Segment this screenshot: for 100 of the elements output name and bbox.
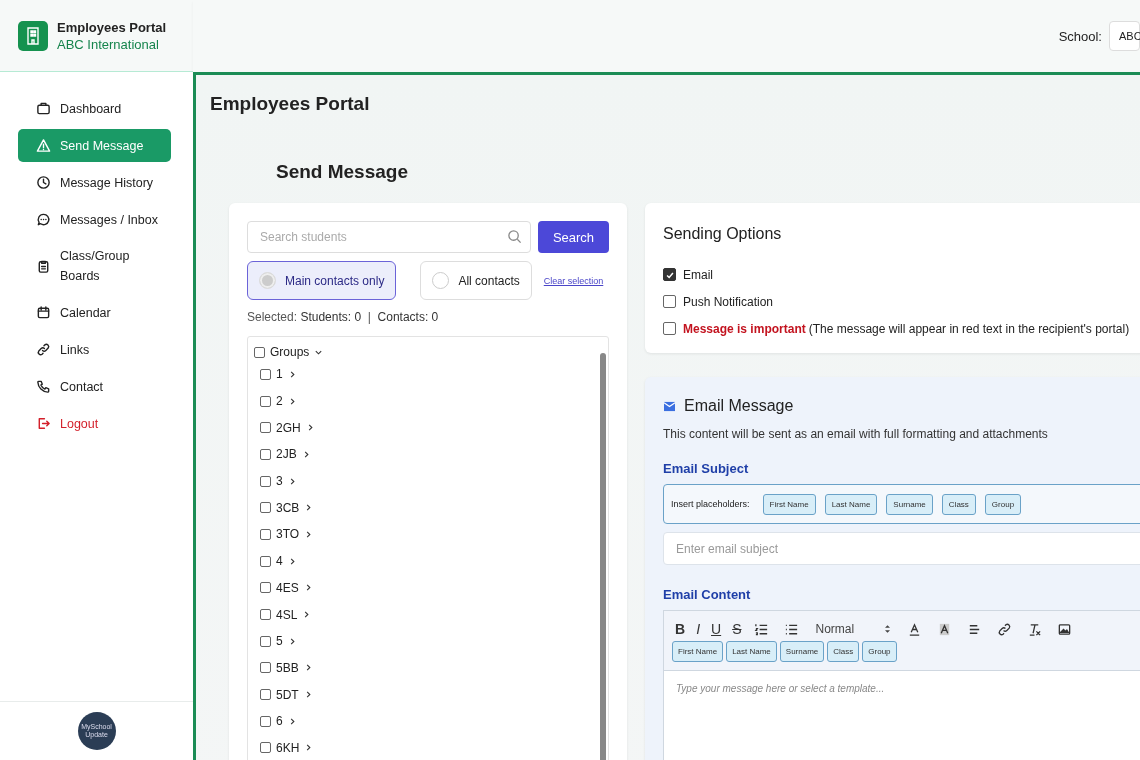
checkbox[interactable] [260,475,271,487]
link-icon [36,342,51,357]
placeholder-chip[interactable]: Class [827,641,860,662]
tree-label: 2GH [276,420,301,435]
placeholder-chip[interactable]: First Name [672,641,724,662]
card-title: Email Message [684,397,794,415]
sidebar-item[interactable]: Dashboard [18,92,171,125]
format-button[interactable]: B [672,621,689,637]
checkbox[interactable] [260,528,271,540]
sidebar-item[interactable]: Contact [18,370,171,403]
clear-format-icon[interactable] [1027,621,1043,637]
format-button[interactable]: I [693,621,703,637]
checkbox[interactable] [260,662,271,674]
radio-button[interactable] [432,272,450,289]
format-select[interactable]: Normal [809,622,898,636]
placeholder-chip[interactable]: Surname [886,493,933,515]
checkbox[interactable] [260,715,271,727]
page-title: Employees Portal [210,93,371,115]
tree-label: Groups [270,345,310,359]
field-label: Email Subject [663,461,750,476]
format-button[interactable]: U [708,621,725,637]
checkbox[interactable] [663,322,676,335]
sidebar-item[interactable]: Logout [18,407,171,440]
tree-label: 5 [276,634,283,649]
placeholder-chip[interactable]: First Name [762,493,816,515]
tree-label: 4 [276,554,283,569]
logout-icon [36,416,51,431]
option-label: Push Notification [683,294,774,309]
sidebar-item[interactable]: Links [18,333,171,366]
envelope-icon [663,400,676,412]
contact-option[interactable]: Main contacts only [247,261,397,300]
checkbox[interactable] [260,609,271,621]
warning-icon [36,138,51,153]
checkbox[interactable] [260,555,271,567]
contact-option[interactable]: All contacts [420,261,532,300]
subject-field[interactable]: Enter email subject [663,532,1140,565]
selection-summary: Selected: Students: 0 | Contacts: 0 [247,310,440,324]
option-label: Main contacts only [285,273,385,288]
tree-label: 2 [276,394,283,409]
chevron-right-icon [304,743,314,753]
tree-label: 3CB [276,500,300,515]
tree-label: 4ES [276,580,299,595]
message-field[interactable]: Type your message here or select a template... [664,671,1140,760]
tree-label: 3 [276,474,283,489]
brand-title: Employees Portal [57,19,167,35]
option-label: All contacts [458,273,520,288]
tree-label: 1 [276,367,283,382]
tree-label: 5DT [276,687,299,702]
description: This content will be sent as an email with full formatting and attachments [663,427,1049,441]
tree-label: 3TO [276,527,300,542]
calendar-icon [36,305,51,320]
checkbox[interactable] [663,295,676,308]
checkbox[interactable] [260,502,271,514]
sidebar-item[interactable]: Send Message [18,129,171,162]
placeholder-chip[interactable]: Group [862,641,897,662]
card-title: Sending Options [663,225,783,243]
sidebar-item[interactable]: Class/Group Boards [18,240,171,292]
checkbox[interactable] [260,395,271,407]
tree-label: 2JB [276,447,297,462]
checkbox[interactable] [260,448,271,460]
placeholder-chip[interactable]: Group [984,493,1022,515]
checkbox[interactable] [663,268,676,281]
format-button[interactable]: S [729,621,745,637]
sidebar-item[interactable]: Calendar [18,296,171,329]
search-button[interactable]: Search [538,221,609,253]
search-field[interactable]: Search students [247,221,531,253]
tree-label: 5BB [276,660,299,675]
tree-label: 4SL [276,607,298,622]
option-label: Email [683,267,713,282]
brand-subtitle: ABC International [57,36,160,52]
checkbox[interactable] [260,422,271,434]
search-icon [507,229,522,244]
briefcase-icon [36,101,51,116]
sidebar-item[interactable]: Messages / Inbox [18,203,171,236]
checkbox[interactable] [254,346,265,358]
placeholder-chip[interactable]: Surname [779,641,825,662]
chevron-right-icon [304,503,314,513]
clear-selection-link[interactable]: Clear selection [543,275,604,286]
placeholder-chip[interactable]: Class [941,493,976,515]
chevron-right-icon [304,529,314,539]
checkbox[interactable] [260,689,271,701]
checkbox[interactable] [260,368,271,380]
sidebar-item[interactable]: Message History [18,166,171,199]
numbered-list-icon[interactable] [754,621,770,637]
placeholder-chip[interactable]: Last Name [726,641,777,662]
placeholder-chip[interactable]: Last Name [824,493,878,515]
checkbox[interactable] [260,635,271,647]
checkbox[interactable] [260,742,271,754]
placeholder-label: Insert placeholders: [671,499,750,509]
chat-bubble-icon [36,212,51,227]
radio-button[interactable] [259,272,276,289]
tree-label: 6KH [276,740,300,755]
phone-icon [36,379,51,394]
tree-label: 6 [276,714,283,729]
sort-icon [884,624,892,634]
link-icon[interactable] [997,621,1013,637]
image-icon[interactable] [1057,621,1073,637]
checkbox[interactable] [260,582,271,594]
field-label: Email Content [663,587,752,602]
clock-icon [36,175,51,190]
